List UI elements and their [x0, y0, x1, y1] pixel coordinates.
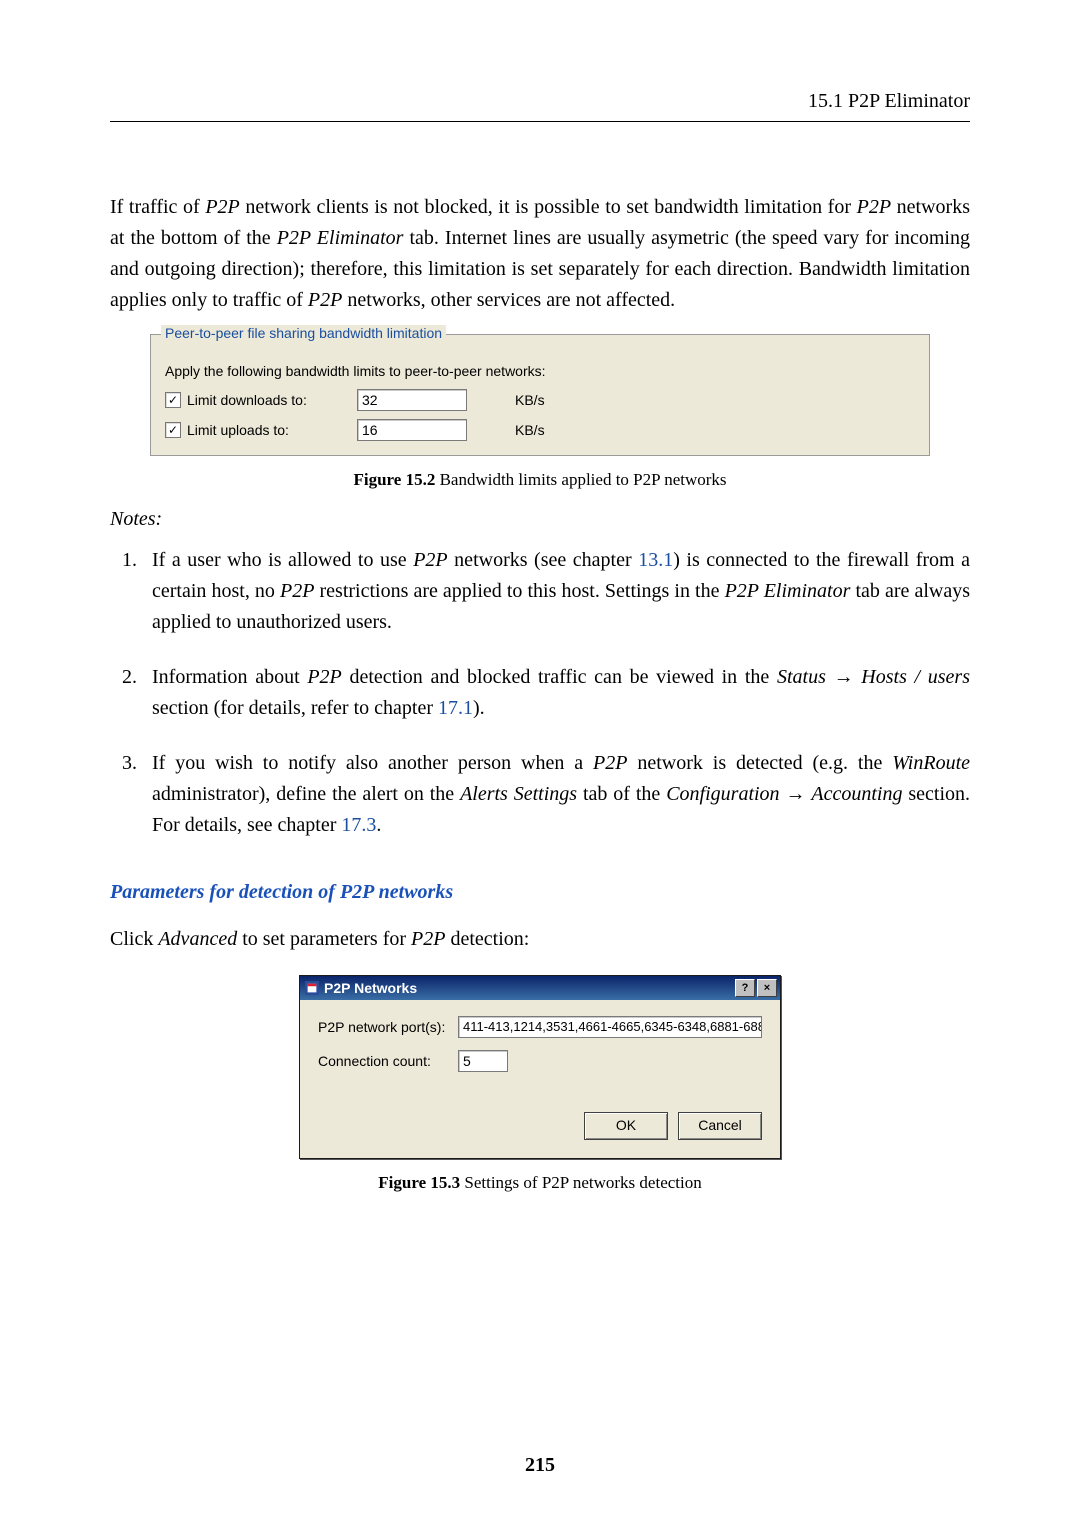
text-italic: P2P: [280, 580, 314, 602]
text: tab of the: [577, 783, 666, 805]
text: network clients is not blocked, it is po…: [240, 196, 857, 218]
note-item-3: If you wish to notify also another perso…: [142, 748, 970, 841]
text: network is detected (e.g. the: [627, 752, 892, 774]
figure-caption-text: Bandwidth limits applied to P2P networks: [435, 470, 726, 489]
ok-button[interactable]: OK: [584, 1112, 668, 1140]
advanced-intro-paragraph: Click Advanced to set parameters for P2P…: [110, 924, 970, 955]
groupbox-description: Apply the following bandwidth limits to …: [165, 363, 915, 379]
text: →: [780, 783, 812, 805]
text: .: [376, 814, 381, 836]
connection-count-label: Connection count:: [318, 1053, 458, 1069]
text-italic: Accounting: [811, 783, 902, 805]
unit-label: KB/s: [515, 392, 545, 408]
text: detection and blocked traffic can be vie…: [342, 666, 777, 688]
figure-label: Figure 15.2: [353, 470, 435, 489]
text: If traffic of: [110, 196, 205, 218]
text-italic: P2P: [413, 549, 447, 571]
unit-label: KB/s: [515, 422, 545, 438]
limit-downloads-label: Limit downloads to:: [187, 392, 357, 408]
text-italic: Status: [777, 666, 826, 688]
close-button[interactable]: ×: [757, 979, 777, 997]
figure-label: Figure 15.3: [378, 1173, 460, 1192]
figure-15-2-caption: Figure 15.2 Bandwidth limits applied to …: [110, 470, 970, 490]
connection-count-row: Connection count: 5: [318, 1050, 762, 1072]
section-heading-parameters: Parameters for detection of P2P networks: [110, 881, 970, 904]
notes-list: If a user who is allowed to use P2P netw…: [110, 545, 970, 841]
groupbox-title: Peer-to-peer file sharing bandwidth limi…: [161, 325, 446, 341]
text: Click: [110, 928, 158, 950]
dialog-body: P2P network port(s): 411-413,1214,3531,4…: [300, 1000, 780, 1158]
chapter-link-17-3[interactable]: 17.3: [341, 814, 376, 836]
text: →: [826, 666, 861, 688]
text-italic: Configura­tion: [666, 783, 779, 805]
figure-15-3-caption: Figure 15.3 Settings of P2P networks det…: [110, 1173, 970, 1193]
limit-uploads-checkbox[interactable]: ✓: [165, 422, 181, 438]
text-italic: P2P: [857, 196, 891, 218]
text: to set parameters for: [237, 928, 411, 950]
text: section (for details, refer to chapter: [152, 697, 438, 719]
text-italic: Hosts / users: [861, 666, 970, 688]
ports-input[interactable]: 411-413,1214,3531,4661-4665,6345-6348,68…: [458, 1016, 762, 1038]
page-number: 215: [0, 1454, 1080, 1477]
text: detection:: [445, 928, 529, 950]
text-italic: P2P: [307, 666, 341, 688]
notes-heading: Notes:: [110, 508, 970, 531]
text: If you wish to notify also another perso…: [152, 752, 593, 774]
text: restrictions are applied to this host. S…: [314, 580, 724, 602]
text-italic: P2P: [308, 289, 342, 311]
cancel-button[interactable]: Cancel: [678, 1112, 762, 1140]
text: Information about: [152, 666, 307, 688]
running-header: 15.1 P2P Eliminator: [110, 90, 970, 122]
app-icon: [305, 981, 319, 995]
text-italic: Advanced: [158, 928, 237, 950]
limit-uploads-input[interactable]: 16: [357, 419, 467, 441]
limit-uploads-row: ✓ Limit uploads to: 16 KB/s: [165, 419, 915, 441]
limit-downloads-row: ✓ Limit downloads to: 32 KB/s: [165, 389, 915, 411]
text-italic: P2P: [593, 752, 627, 774]
ports-row: P2P network port(s): 411-413,1214,3531,4…: [318, 1016, 762, 1038]
dialog-titlebar[interactable]: P2P Networks ? ×: [300, 976, 780, 1000]
text: If a user who is allowed to use: [152, 549, 413, 571]
help-button[interactable]: ?: [735, 979, 755, 997]
text-italic: P2P Eliminator: [277, 227, 404, 249]
note-item-1: If a user who is allowed to use P2P netw…: [142, 545, 970, 638]
text: networks (see chapter: [448, 549, 639, 571]
figure-caption-text: Settings of P2P networks detection: [460, 1173, 702, 1192]
text-italic: Alerts Settings: [460, 783, 577, 805]
text: administrator), define the alert on the: [152, 783, 460, 805]
text: ).: [473, 697, 485, 719]
dialog-title: P2P Networks: [324, 980, 417, 996]
text: networks, other services are not affecte…: [342, 289, 675, 311]
limit-uploads-label: Limit uploads to:: [187, 422, 357, 438]
chapter-link-17-1[interactable]: 17.1: [438, 697, 473, 719]
intro-paragraph: If traffic of P2P network clients is not…: [110, 192, 970, 316]
text-italic: P2P: [205, 196, 239, 218]
p2p-networks-dialog: P2P Networks ? × P2P network port(s): 41…: [299, 975, 781, 1159]
note-item-2: Information about P2P detection and bloc…: [142, 662, 970, 724]
text-italic: P2P: [411, 928, 445, 950]
bandwidth-limitation-groupbox: Peer-to-peer file sharing bandwidth limi…: [150, 334, 930, 456]
ports-label: P2P network port(s):: [318, 1019, 458, 1035]
connection-count-input[interactable]: 5: [458, 1050, 508, 1072]
text-italic: WinRoute: [892, 752, 970, 774]
text-italic: P2P Eliminator: [725, 580, 851, 602]
limit-downloads-input[interactable]: 32: [357, 389, 467, 411]
limit-downloads-checkbox[interactable]: ✓: [165, 392, 181, 408]
chapter-link-13-1[interactable]: 13.1: [638, 549, 673, 571]
